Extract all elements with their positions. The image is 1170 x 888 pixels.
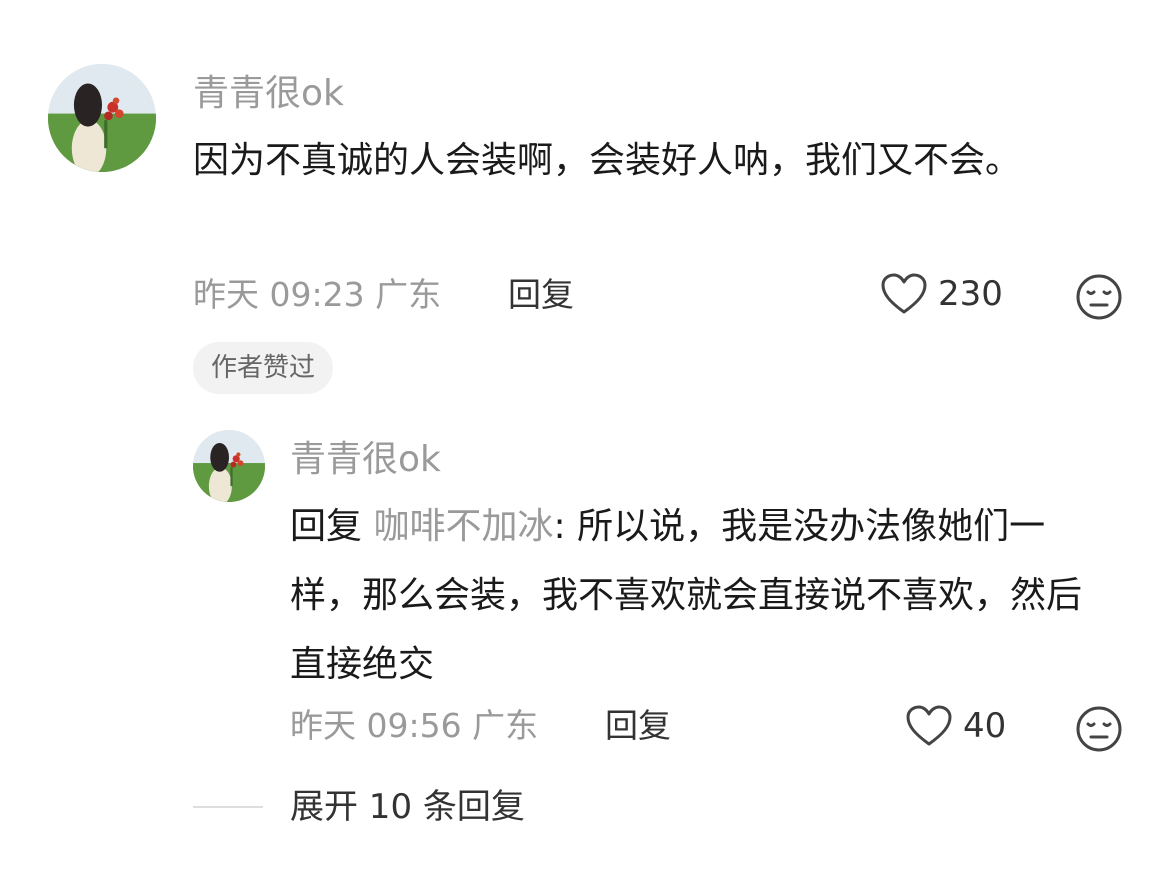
comment-avatar[interactable] <box>48 64 156 172</box>
avatar-photo-icon <box>48 64 156 172</box>
avatar-photo-icon <box>193 430 265 502</box>
reply-time-location: 昨天 09:56 广东 <box>290 706 539 745</box>
heart-outline-icon <box>906 705 952 746</box>
reply-dislike-button[interactable] <box>1075 705 1123 753</box>
expand-replies-button[interactable]: 展开 10 条回复 <box>290 787 525 827</box>
comment-like-button[interactable]: 230 <box>880 272 1003 316</box>
comment-text: 因为不真诚的人会装啊，会装好人呐，我们又不会。 <box>193 140 1022 181</box>
reply-like-count: 40 <box>963 706 1007 746</box>
meh-face-icon <box>1076 274 1122 320</box>
reply-body: 回复 咖啡不加冰: 所以说，我是没办法像她们一样，那么会装，我不喜欢就会直接说不… <box>290 492 1110 699</box>
comment-time-location: 昨天 09:23 广东 <box>193 275 442 314</box>
comment-dislike-button[interactable] <box>1075 273 1123 321</box>
heart-outline-icon <box>881 273 927 314</box>
comment-author[interactable]: 青青很ok <box>193 72 344 116</box>
reply-author[interactable]: 青青很ok <box>290 438 441 482</box>
meh-face-icon <box>1076 706 1122 752</box>
reply-separator: : <box>553 506 578 547</box>
comment-reply-button[interactable]: 回复 <box>508 275 574 315</box>
author-liked-badge: 作者赞过 <box>193 342 334 394</box>
reply-reply-button[interactable]: 回复 <box>605 706 671 746</box>
reply-avatar[interactable] <box>193 430 265 502</box>
reply-to-user[interactable]: 咖啡不加冰 <box>373 506 553 547</box>
comment-like-count: 230 <box>938 274 1003 314</box>
reply-prefix: 回复 <box>290 506 363 547</box>
expand-divider <box>193 806 263 808</box>
reply-like-button[interactable]: 40 <box>905 704 1006 748</box>
